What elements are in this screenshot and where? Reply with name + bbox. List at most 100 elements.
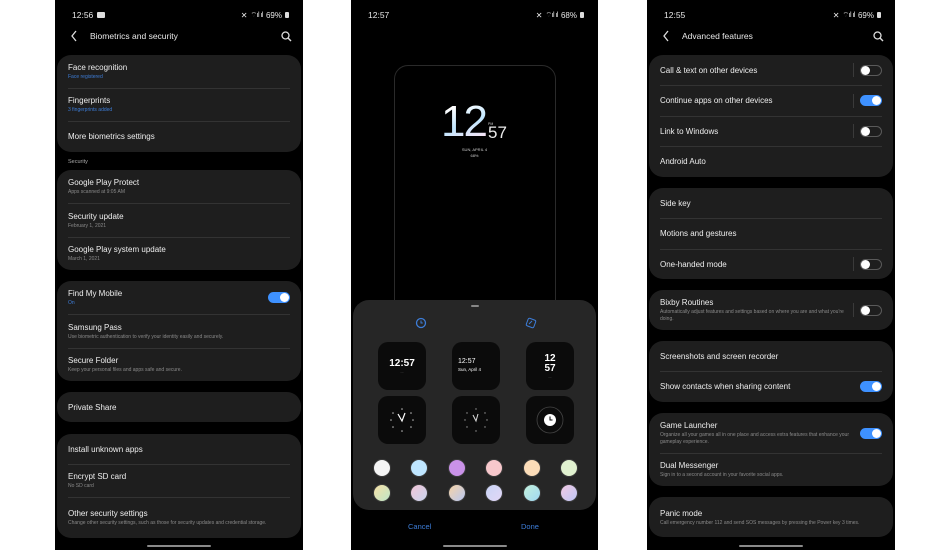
private-share-item[interactable]: Private Share (57, 392, 301, 422)
home-indicator[interactable] (739, 545, 803, 547)
item-sub: 3 fingerprints added (68, 107, 113, 113)
security-update-item[interactable]: Security update February 1, 2021 (57, 203, 301, 237)
clock-style-sheet: 12:57 ····· 12:57 Sun, April 4 12 57 ····· (353, 300, 596, 510)
clock-face-analog-numerals[interactable] (378, 396, 426, 444)
continue-apps-toggle[interactable] (860, 95, 882, 106)
screenshots-recorder-item[interactable]: Screenshots and screen recorder (649, 341, 893, 371)
color-swatch[interactable] (448, 459, 466, 477)
item-label: More biometrics settings (68, 132, 155, 141)
search-button[interactable] (871, 29, 885, 43)
clock-face-circle[interactable] (526, 396, 574, 444)
item-sub: Call emergency number 112 and send SOS m… (660, 519, 860, 526)
link-to-windows-item[interactable]: Link to Windows (649, 116, 893, 146)
back-button[interactable] (659, 29, 673, 43)
other-security-settings-item[interactable]: Other security settings Change other secu… (57, 497, 301, 538)
call-text-other-devices-item[interactable]: Call & text on other devices (649, 55, 893, 85)
play-system-update-item[interactable]: Google Play system update March 1, 2021 (57, 237, 301, 270)
page-title: Advanced features (682, 31, 753, 41)
dual-messenger-item[interactable]: Dual Messenger Sign in to a second accoun… (649, 453, 893, 486)
color-swatch[interactable] (485, 484, 503, 502)
one-handed-mode-item[interactable]: One-handed mode (649, 249, 893, 279)
biometrics-security-screen: 12:56 ✕ ⌔ıl ıl 69% Biometrics and security… (55, 0, 303, 550)
color-swatch[interactable] (523, 459, 541, 477)
motions-gestures-item[interactable]: Motions and gestures (649, 218, 893, 249)
item-label: Encrypt SD card (68, 472, 127, 481)
show-contacts-sharing-item[interactable]: Show contacts when sharing content (649, 371, 893, 402)
other-security-group: Install unknown apps Encrypt SD card No S… (57, 434, 301, 538)
install-unknown-apps-item[interactable]: Install unknown apps (57, 434, 301, 464)
screenshots-group: Screenshots and screen recorder Show con… (649, 341, 893, 402)
continue-apps-item[interactable]: Continue apps on other devices (649, 85, 893, 116)
signal-icon: ⌔ıl ıl (842, 11, 855, 19)
samsung-pass-item[interactable]: Samsung Pass Use biometric authentication… (57, 314, 301, 348)
color-swatch[interactable] (410, 484, 428, 502)
google-play-protect-item[interactable]: Google Play Protect Apps scanned at 9:05 … (57, 170, 301, 203)
back-arrow-icon (71, 30, 77, 42)
home-indicator[interactable] (442, 545, 507, 547)
biometrics-group: Face recognition Face registered Fingerpr… (57, 55, 301, 152)
circle-clock-icon (536, 406, 564, 434)
home-indicator[interactable] (147, 545, 211, 547)
app-bar: Advanced features (659, 27, 885, 45)
color-swatch[interactable] (560, 459, 578, 477)
item-sub: Apps scanned at 9:05 AM (68, 189, 125, 195)
bixby-routines-toggle[interactable] (860, 304, 882, 316)
fingerprints-item[interactable]: Fingerprints 3 fingerprints added (57, 88, 301, 121)
android-auto-item[interactable]: Android Auto (649, 146, 893, 177)
link-to-windows-toggle[interactable] (860, 125, 882, 137)
find-my-mobile-toggle[interactable] (268, 292, 290, 303)
item-sub: Keep your personal files and apps safe a… (68, 367, 182, 373)
color-swatch[interactable] (560, 484, 578, 502)
face-date: ····· (547, 375, 553, 379)
item-label: Find My Mobile (68, 289, 123, 298)
game-launcher-toggle[interactable] (860, 427, 882, 439)
panic-mode-item[interactable]: Panic mode Call emergency number 112 and … (649, 497, 893, 537)
item-sub: Organize all your games all in one place… (660, 432, 849, 445)
item-sub: Automatically adjust features and settin… (660, 309, 844, 322)
face-recognition-item[interactable]: Face recognition Face registered (57, 55, 301, 88)
color-swatch[interactable] (485, 459, 503, 477)
more-biometrics-item[interactable]: More biometrics settings (57, 121, 301, 152)
cancel-button[interactable]: Cancel (408, 522, 431, 531)
advanced-features-screen: 12:55 ✕ ⌔ıl ıl 69% Advanced features Call … (647, 0, 895, 550)
item-label: Panic mode (660, 508, 703, 518)
side-key-item[interactable]: Side key (649, 188, 893, 218)
connected-devices-group: Call & text on other devices Continue ap… (649, 55, 893, 177)
sheet-handle[interactable] (470, 305, 479, 307)
gallery-notification-icon (97, 12, 106, 18)
show-contacts-toggle[interactable] (860, 381, 882, 392)
clock-face-analog-dots[interactable] (452, 396, 500, 444)
toggle-knob (872, 428, 881, 438)
item-label: Secure Folder (68, 356, 119, 365)
item-label: Bixby Routines (660, 298, 714, 307)
clock-face-digital-bold[interactable]: 12:57 ····· (378, 342, 426, 390)
search-button[interactable] (279, 29, 293, 43)
color-swatch[interactable] (523, 484, 541, 502)
color-swatch[interactable] (448, 484, 466, 502)
one-handed-toggle[interactable] (860, 258, 882, 270)
clock-type-tab[interactable] (415, 316, 427, 329)
encrypt-sd-card-item[interactable]: Encrypt SD card No SD card (57, 464, 301, 497)
done-button[interactable]: Done (521, 522, 539, 531)
battery-percent: 68% (560, 10, 577, 20)
face-time: 12:57 (389, 357, 415, 369)
color-tab[interactable] (525, 316, 537, 329)
color-swatch[interactable] (373, 484, 391, 502)
call-text-toggle[interactable] (860, 64, 882, 76)
item-sub: Sign in to a second account in your favo… (660, 472, 784, 478)
back-button[interactable] (67, 29, 81, 43)
find-my-mobile-item[interactable]: Find My Mobile On (57, 281, 301, 314)
secure-folder-item[interactable]: Secure Folder Keep your personal files an… (57, 348, 301, 381)
clock-face-digital-date[interactable]: 12:57 Sun, April 4 (452, 342, 500, 390)
preview-clock: 12 PM 57 (441, 100, 531, 145)
color-swatch[interactable] (410, 459, 428, 477)
clock-face-stacked[interactable]: 12 57 ····· (526, 342, 574, 390)
color-swatch[interactable] (373, 459, 391, 477)
bixby-routines-item[interactable]: Bixby Routines Automatically adjust featu… (649, 290, 893, 330)
toggle-knob (872, 96, 881, 105)
divider (853, 303, 854, 317)
game-launcher-item[interactable]: Game Launcher Organize all your games all… (649, 413, 893, 453)
item-sub: March 1, 2021 (68, 256, 100, 262)
controls-group: Side key Motions and gestures One-handed… (649, 188, 893, 279)
clock-battery: 68% (470, 153, 479, 158)
